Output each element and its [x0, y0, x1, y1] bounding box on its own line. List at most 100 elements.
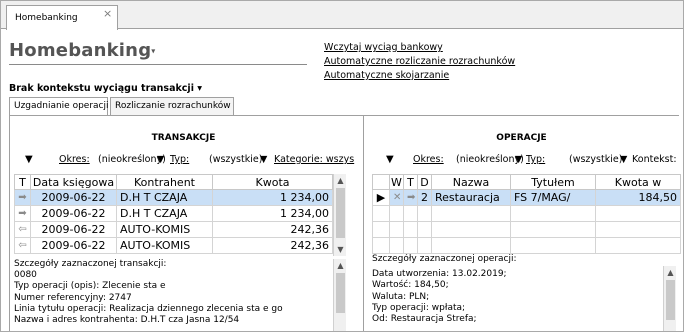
details-label: Szczegóły zaznaczonej transakcji: — [14, 259, 167, 269]
direction-icon: ⇦ — [14, 221, 31, 238]
scroll-thumb[interactable] — [336, 273, 345, 313]
typ-dropdown[interactable]: (wszystkie) — [209, 154, 262, 165]
cell-contractor: D.H T CZAJA — [116, 205, 213, 222]
operations-panel: OPERACJE ▼ Okres: (nieokreślony) ▼ Typ: … — [363, 116, 681, 331]
table-header-row: T Data księgowa Kontrahent Kwota — [14, 174, 333, 190]
okres-dropdown[interactable]: (nieokreślony) — [456, 154, 524, 165]
column-header-name[interactable]: Nazwa — [431, 174, 511, 190]
auto-settlement-link[interactable]: Automatyczne rozliczanie rozrachunków — [324, 55, 515, 69]
collapse-triangle-icon[interactable]: ▼ — [25, 154, 33, 165]
tab-rozliczanie-rozrachunkow[interactable]: Rozliczanie rozrachunków — [110, 97, 234, 116]
cell-title: FS 7/MAG/ — [510, 189, 596, 206]
okres-dropdown[interactable]: (nieokreślony) — [98, 154, 166, 165]
direction-icon: ➡ — [14, 205, 31, 222]
kontekst-label: Kontekst: — [632, 154, 677, 165]
transactions-panel: TRANSAKCJE ▼ Okres: (nieokreślony) ▼ Typ… — [9, 116, 358, 331]
page-title[interactable]: Homebanking▾ — [9, 40, 156, 61]
column-header-amount[interactable]: Kwota — [212, 174, 333, 190]
detail-line: Od: Restauracja Strefa; — [372, 314, 477, 325]
scroll-thumb[interactable] — [336, 188, 345, 238]
tab-uzgadnianie-operacji[interactable]: Uzgadnianie operacji — [9, 97, 109, 117]
direction-icon: ⇦ — [14, 237, 31, 254]
table-header-row: W T D Nazwa Tytułem Kwota w — [372, 174, 681, 190]
detail-line: Numer referencyjny: 2747 — [14, 292, 132, 303]
cell-amount: 242,36 — [212, 221, 333, 238]
chevron-down-icon[interactable]: ▼ — [620, 154, 627, 165]
table-row-empty — [372, 221, 681, 238]
cell-amount: 242,36 — [212, 237, 333, 254]
auto-matching-link[interactable]: Automatyczne skojarzanie — [324, 69, 515, 83]
cell-amount: 1 234,00 — [212, 189, 333, 206]
cell-amount: 1 234,00 — [212, 205, 333, 222]
operation-details: Szczegóły zaznaczonej operacji: Data utw… — [372, 254, 662, 331]
table-row-empty — [372, 205, 681, 222]
scroll-up-icon[interactable]: ▲ — [334, 259, 347, 272]
close-icon[interactable]: ✕ — [389, 189, 404, 206]
cell-date: 2009-06-22 — [30, 189, 117, 206]
cell-contractor: D.H T CZAJA — [116, 189, 213, 206]
title-divider — [9, 64, 307, 65]
tab-homebanking[interactable]: Homebanking × — [6, 5, 118, 30]
detail-line: Typ operacji (opis): Zlecenie sta e — [14, 281, 166, 292]
chevron-down-icon[interactable]: ▼ — [260, 154, 267, 165]
document-tab-strip: Homebanking × — [1, 1, 683, 30]
table-row[interactable]: ▶ ✕ ➡ 2 Restauracja FS 7/MAG/ 184,50 — [372, 189, 681, 206]
close-icon[interactable]: × — [103, 7, 112, 20]
table-row[interactable]: ➡ 2009-06-22 D.H T CZAJA 1 234,00 — [14, 205, 333, 222]
collapse-triangle-icon[interactable]: ▼ — [386, 154, 394, 165]
tab-label: Homebanking — [15, 13, 78, 23]
transactions-scrollbar[interactable]: ▲ ▼ — [333, 174, 346, 256]
chevron-down-icon: ▾ — [151, 46, 156, 56]
operations-filter-bar: ▼ Okres: (nieokreślony) ▼ Typ: (wszystki… — [364, 154, 680, 166]
cell-contractor: AUTO-KOMIS — [116, 237, 213, 254]
detail-line: Waluta: PLN; — [372, 291, 430, 302]
detail-line: Data utworzenia: 13.02.2019; — [372, 269, 507, 280]
column-header-w[interactable]: W — [389, 174, 404, 190]
operation-details-scrollbar[interactable]: ▲ — [663, 266, 677, 331]
transaction-details-scrollbar[interactable]: ▲ — [333, 259, 347, 331]
action-links: Wczytaj wyciąg bankowy Automatyczne rozl… — [324, 41, 515, 83]
detail-line: Wartość: 184,50; — [372, 280, 449, 291]
detail-line: Linia tytułu operacji: Realizacja dzienn… — [14, 303, 283, 314]
table-row[interactable]: ➡ 2009-06-22 D.H T CZAJA 1 234,00 — [14, 189, 333, 206]
details-label: Szczegóły zaznaczonej operacji: — [372, 254, 517, 264]
operations-table: W T D Nazwa Tytułem Kwota w ▶ ✕ ➡ 2 Rest… — [372, 174, 681, 254]
column-header-t[interactable]: T — [14, 174, 31, 190]
transactions-filter-bar: ▼ Okres: (nieokreślony) ▼ Typ: (wszystki… — [10, 154, 358, 166]
transactions-title: TRANSAKCJE — [151, 133, 216, 143]
typ-dropdown[interactable]: (wszystkie) — [569, 154, 622, 165]
cell-name: Restauracja — [431, 189, 511, 206]
load-statement-link[interactable]: Wczytaj wyciąg bankowy — [324, 41, 515, 55]
cell-date: 2009-06-22 — [30, 205, 117, 222]
column-header-amount[interactable]: Kwota w — [595, 174, 681, 190]
scroll-down-icon[interactable]: ▼ — [334, 243, 347, 256]
cell-amount: 184,50 — [595, 189, 681, 206]
cell-date: 2009-06-22 — [30, 237, 117, 254]
detail-line: Nazwa i adres kontrahenta: D.H.T cza Jas… — [14, 315, 240, 326]
scroll-up-icon[interactable]: ▲ — [334, 174, 347, 187]
table-row[interactable]: ⇦ 2009-06-22 AUTO-KOMIS 242,36 — [14, 221, 333, 238]
operations-title: OPERACJE — [496, 133, 547, 143]
context-selector[interactable]: Brak kontekstu wyciągu transakcji ▾ — [9, 83, 202, 94]
column-header-d[interactable]: D — [417, 174, 432, 190]
column-header-date[interactable]: Data księgowa — [30, 174, 117, 190]
context-label: Brak kontekstu wyciągu transakcji — [9, 83, 194, 94]
scroll-up-icon[interactable]: ▲ — [664, 266, 677, 279]
column-header-contractor[interactable]: Kontrahent — [116, 174, 213, 190]
kategorie-link[interactable]: Kategorie: wszys — [274, 154, 354, 165]
scroll-thumb[interactable] — [666, 280, 675, 320]
chevron-down-icon[interactable]: ▼ — [157, 154, 164, 165]
chevron-down-icon: ▾ — [197, 83, 203, 94]
chevron-down-icon[interactable]: ▼ — [515, 154, 522, 165]
direction-icon: ➡ — [403, 189, 418, 206]
page-title-text: Homebanking — [9, 40, 152, 61]
okres-label: Okres: — [413, 154, 444, 165]
column-header-title[interactable]: Tytułem — [510, 174, 596, 190]
cell-d: 2 — [417, 189, 432, 206]
cell-date: 2009-06-22 — [30, 221, 117, 238]
column-header-t[interactable]: T — [403, 174, 418, 190]
transactions-table: T Data księgowa Kontrahent Kwota ➡ 2009-… — [14, 174, 333, 254]
cell-contractor: AUTO-KOMIS — [116, 221, 213, 238]
table-row[interactable]: ⇦ 2009-06-22 AUTO-KOMIS 242,36 — [14, 237, 333, 254]
detail-line: Typ operacji: wpłata; — [372, 302, 466, 313]
